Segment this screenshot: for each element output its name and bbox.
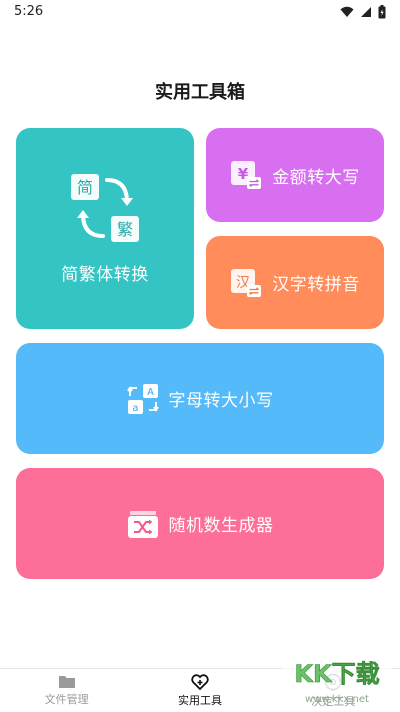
tab-decision-tool-label: 决定工具: [311, 694, 356, 708]
tile-money-uppercase[interactable]: ¥ 金额转大写: [206, 128, 384, 222]
tile-chinese-to-pinyin[interactable]: 汉 汉字转拼音: [206, 236, 384, 329]
tile-convert-label: 简繁体转换: [61, 265, 149, 285]
status-time: 5:26: [14, 4, 44, 19]
tile-simplified-traditional-convert[interactable]: 简 繁 简繁体转换: [16, 128, 194, 329]
simplified-traditional-icon: 简 繁: [71, 174, 139, 242]
tile-pinyin-label: 汉字转拼音: [272, 275, 360, 295]
tab-utilities[interactable]: 实用工具: [133, 669, 266, 712]
tile-case-label: 字母转大小写: [168, 391, 274, 411]
tab-utilities-label: 实用工具: [177, 693, 222, 707]
svg-text:a: a: [132, 403, 138, 414]
svg-text:繁: 繁: [117, 220, 133, 239]
letter-case-icon: A a: [126, 383, 159, 414]
tile-letter-case[interactable]: A a 字母转大小写: [16, 343, 384, 454]
folder-icon: [58, 676, 75, 688]
status-bar: 5:26: [0, 0, 400, 24]
tab-decision-tool[interactable]: 决定工具: [267, 669, 400, 712]
shuffle-icon: [127, 510, 158, 538]
tab-file-manager[interactable]: 文件管理: [0, 669, 133, 712]
battery-icon: [378, 5, 386, 19]
chinese-char-icon: 汉: [231, 268, 262, 297]
tile-money-label: 金额转大写: [272, 167, 360, 188]
bottom-tab-bar: 文件管理 实用工具 决定工具: [0, 668, 400, 712]
page-title: 实用工具箱: [155, 82, 245, 103]
tab-file-manager-label: 文件管理: [44, 693, 89, 706]
target-icon: [325, 673, 342, 690]
tile-random-number[interactable]: 随机数生成器: [16, 468, 384, 579]
tile-random-label: 随机数生成器: [168, 516, 274, 536]
heart-plus-icon: [191, 673, 209, 690]
status-icons: [340, 5, 386, 19]
svg-text:简: 简: [77, 178, 93, 197]
yen-icon: ¥: [231, 161, 262, 189]
wifi-icon: [340, 6, 354, 17]
svg-text:A: A: [147, 387, 154, 398]
signal-icon: [361, 7, 371, 17]
